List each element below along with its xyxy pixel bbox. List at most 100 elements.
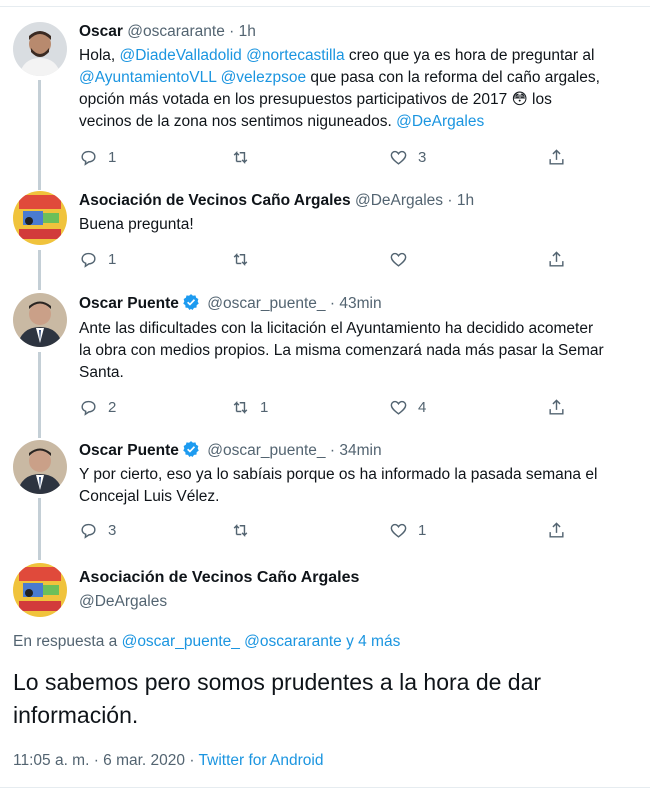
reply-count: 1 [108, 250, 117, 268]
display-name[interactable]: Oscar Puente [79, 295, 179, 312]
like-button[interactable]: 1 [389, 518, 426, 542]
like-count: 4 [418, 398, 427, 416]
separator-dot: · [329, 295, 336, 312]
retweet-button[interactable] [231, 145, 260, 169]
like-button[interactable]: 4 [389, 395, 426, 419]
reply-button[interactable]: 2 [79, 395, 116, 419]
tweet-text-line: @AyuntamientoVLL @velezpsoe que pasa con… [79, 69, 600, 86]
reply-button[interactable]: 3 [79, 518, 116, 542]
mention-link[interactable]: @nortecastilla [246, 47, 344, 64]
tweet-timestamp[interactable]: 11:05 a. m. · 6 mar. 2020 · [13, 752, 199, 769]
user-handle[interactable]: @DeArgales [79, 593, 167, 611]
display-name[interactable]: Asociación de Vecinos Caño Argales [79, 192, 351, 209]
display-name[interactable]: Oscar Puente [79, 442, 179, 459]
tweet-time[interactable]: 34min [339, 442, 381, 459]
retweet-button[interactable] [231, 518, 260, 542]
reply-count: 2 [108, 398, 117, 416]
tweet-text-line: Lo sabemos pero somos prudentes a la hor… [13, 669, 542, 695]
avatar-image [13, 293, 67, 347]
retweet-count: 1 [260, 398, 269, 416]
verified-icon [183, 441, 199, 457]
retweet-button[interactable]: 1 [231, 395, 268, 419]
reply-icon [79, 521, 98, 540]
avatar[interactable] [13, 22, 67, 76]
like-button[interactable] [389, 247, 418, 271]
reply-count: 3 [108, 521, 117, 539]
reply-handles-link[interactable]: @oscar_puente_ @oscararante y 4 más [122, 633, 401, 650]
like-button[interactable]: 3 [389, 145, 426, 169]
retweet-icon [231, 521, 250, 540]
mention-link[interactable]: @DeArgales [396, 113, 484, 130]
tweet-header: Oscar Puente @oscar_puente_ · 43min [79, 293, 382, 314]
user-handle[interactable]: @oscar_puente_ [207, 442, 325, 459]
tweet-text-line: Y por cierto, eso ya lo sabíais porque o… [79, 466, 598, 483]
display-name[interactable]: Oscar [79, 23, 123, 40]
tweet-time[interactable]: 1h [457, 192, 474, 209]
tweet-text-line: vecinos de la zona nos sentimos nigunead… [79, 113, 485, 130]
tweet-text: Ante las dificultades con la licitación … [79, 318, 647, 384]
user-handle[interactable]: @oscar_puente_ [207, 295, 325, 312]
share-button[interactable] [547, 518, 566, 542]
share-button[interactable] [547, 145, 566, 169]
reply-button[interactable]: 1 [79, 247, 116, 271]
tweet-text-line: Buena pregunta! [79, 216, 194, 233]
user-handle[interactable]: @oscararante [127, 23, 225, 40]
top-divider [0, 6, 650, 7]
user-handle[interactable]: @DeArgales [355, 192, 443, 209]
mention-link[interactable]: @DiadeValladolid [120, 47, 242, 64]
tweet-text-line: la obra con medios propios. La misma com… [79, 342, 604, 359]
main-tweet-text: Lo sabemos pero somos prudentes a la hor… [13, 666, 643, 732]
tweet-time[interactable]: 43min [339, 295, 381, 312]
share-icon [547, 521, 566, 540]
avatar[interactable] [13, 191, 67, 245]
reply-prefix: En respuesta a [13, 633, 122, 650]
avatar[interactable] [13, 563, 67, 617]
like-count: 3 [418, 148, 427, 166]
tweet-text: Y por cierto, eso ya lo sabíais porque o… [79, 464, 647, 508]
tweet-text-line: Santa. [79, 364, 124, 381]
display-name[interactable]: Asociación de Vecinos Caño Argales [79, 569, 359, 587]
tweet-text: Buena pregunta! [79, 214, 647, 236]
tweet-actions: 1 [79, 247, 639, 271]
mention-link[interactable]: @AyuntamientoVLL [79, 69, 216, 86]
tweet-source-link[interactable]: Twitter for Android [199, 752, 324, 769]
like-icon [389, 398, 408, 417]
tweet-text-line: Concejal Luis Vélez. [79, 488, 220, 505]
avatar[interactable] [13, 440, 67, 494]
like-icon [389, 250, 408, 269]
retweet-icon [231, 250, 250, 269]
avatar-image [13, 563, 67, 617]
verified-icon [183, 294, 199, 310]
separator-dot: · [329, 442, 336, 459]
like-icon [389, 148, 408, 167]
reply-context: En respuesta a @oscar_puente_ @oscararan… [13, 633, 400, 651]
avatar-image [13, 22, 67, 76]
share-button[interactable] [547, 247, 566, 271]
tweet-text-line: Ante las dificultades con la licitación … [79, 320, 594, 337]
tweet-actions: 3 1 [79, 518, 639, 542]
share-icon [547, 250, 566, 269]
tweet-text-line: información. [13, 702, 139, 728]
share-button[interactable] [547, 395, 566, 419]
retweet-button[interactable] [231, 247, 260, 271]
tweet-text-line: opción más votada en los presupuestos pa… [79, 91, 552, 108]
thread-line [38, 498, 41, 560]
flushed-emoji: 😳 [511, 91, 528, 108]
avatar-image [13, 191, 67, 245]
thread-line [38, 250, 41, 290]
reply-icon [79, 250, 98, 269]
thread-line [38, 80, 41, 190]
reply-icon [79, 398, 98, 417]
mention-link[interactable]: @velezpsoe [221, 69, 307, 86]
avatar[interactable] [13, 293, 67, 347]
tweet-time[interactable]: 1h [239, 23, 256, 40]
tweet-text: Hola, @DiadeValladolid @nortecastilla cr… [79, 45, 647, 133]
tweet-header: Asociación de Vecinos Caño Argales @DeAr… [79, 191, 474, 211]
avatar-image [13, 440, 67, 494]
separator-dot: · [447, 192, 453, 209]
reply-button[interactable]: 1 [79, 145, 116, 169]
tweet-header: Oscar Puente @oscar_puente_ · 34min [79, 440, 382, 461]
tweet-actions: 1 3 [79, 145, 639, 169]
separator-dot: · [229, 23, 235, 40]
tweet-meta: 11:05 a. m. · 6 mar. 2020 · Twitter for … [13, 752, 323, 770]
